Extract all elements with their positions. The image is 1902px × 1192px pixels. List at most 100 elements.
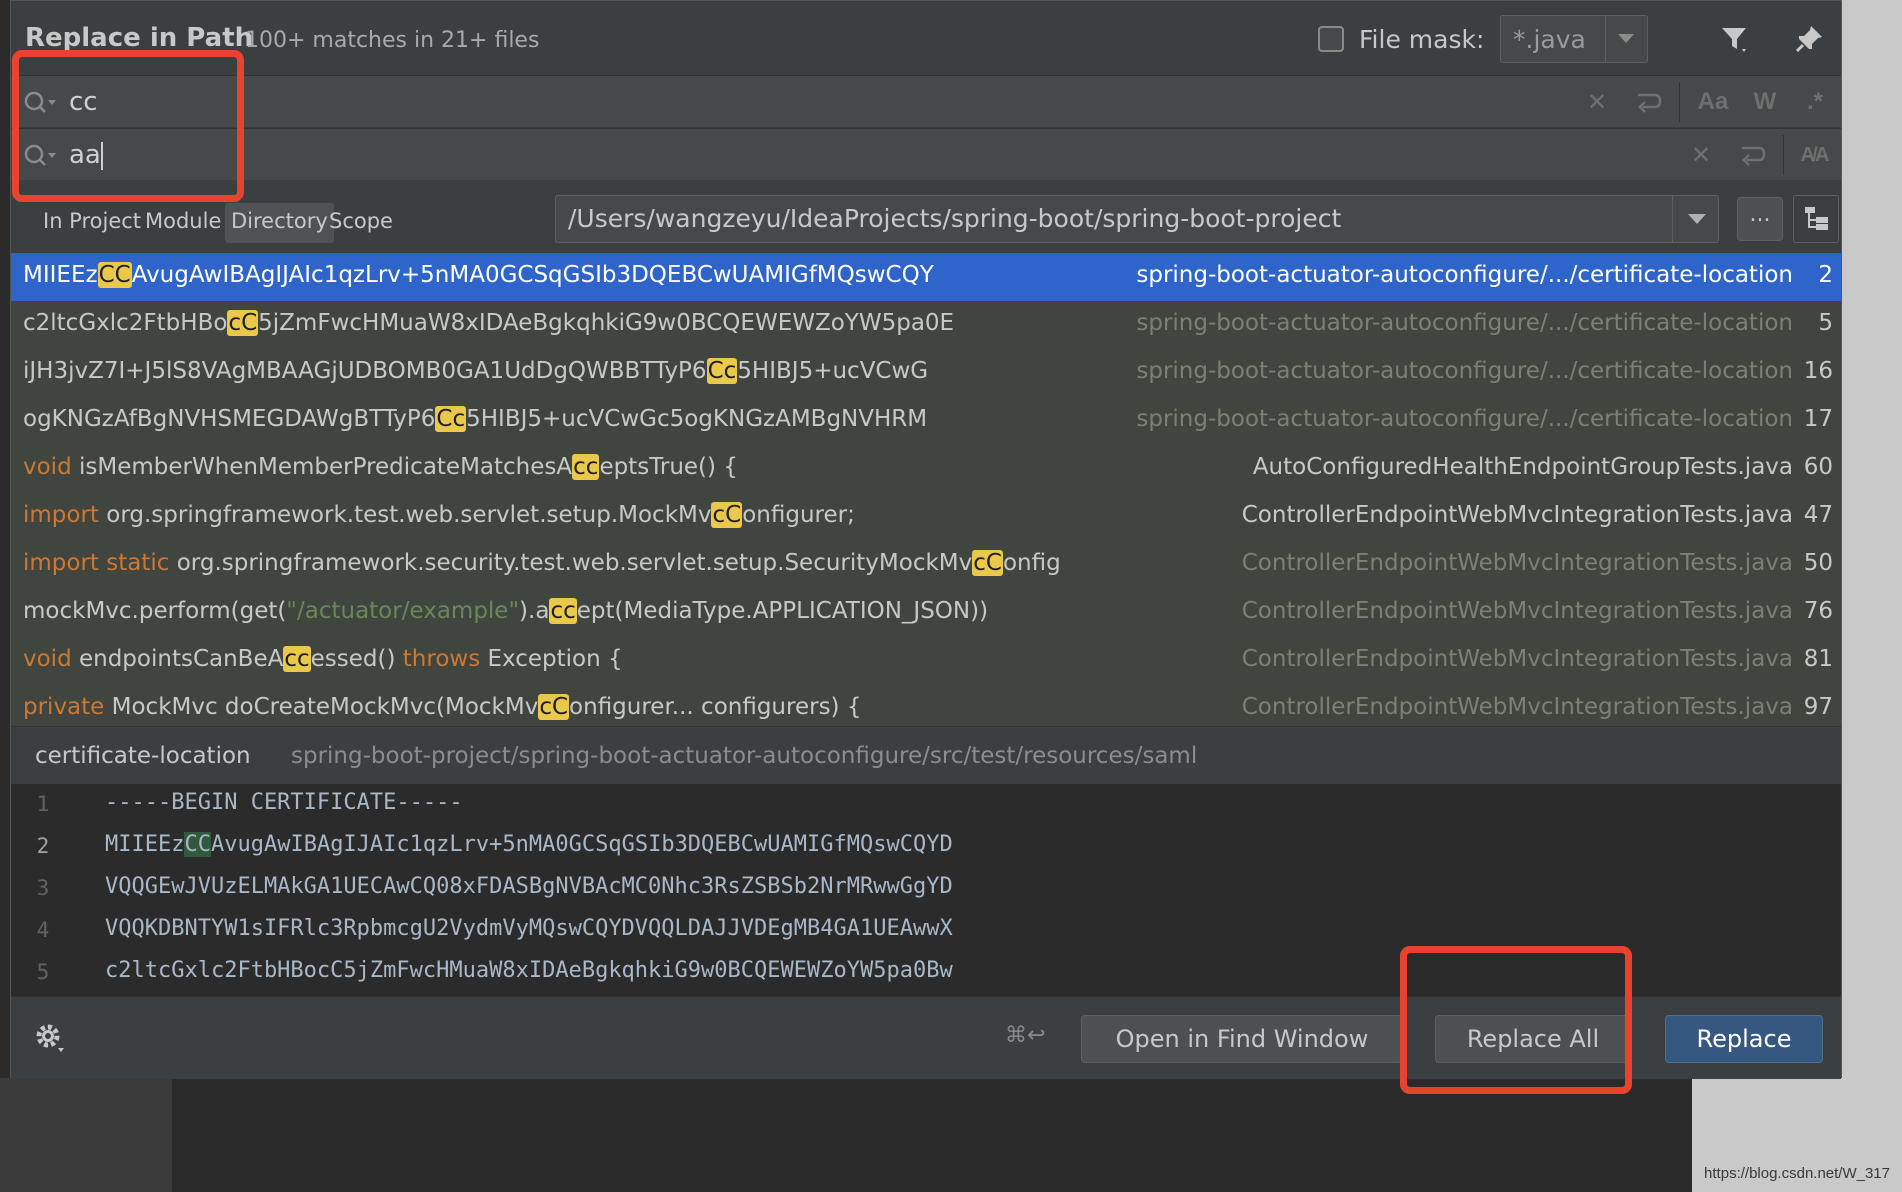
- tab-directory[interactable]: Directory: [225, 203, 334, 243]
- multiline-icon[interactable]: [1631, 84, 1667, 120]
- result-row[interactable]: iJH3jvZ7I+J5lS8VAgMBAAGjUDBOMB0GA1UdDgQW…: [11, 349, 1841, 397]
- pin-icon[interactable]: [1789, 19, 1829, 59]
- code-text: c2ltcGxlc2FtbHBocC5jZmFwcHMuaW8xIDAeBgkq…: [105, 958, 953, 983]
- match-case-icon[interactable]: Aa: [1695, 84, 1731, 120]
- clear-find-icon[interactable]: ✕: [1579, 84, 1615, 120]
- result-row[interactable]: void isMemberWhenMemberPredicateMatchesA…: [11, 445, 1841, 493]
- match-highlight: cC: [711, 502, 743, 528]
- whole-words-icon[interactable]: W: [1747, 84, 1783, 120]
- directory-path-divider: [1672, 196, 1673, 242]
- result-line-number: 16: [1803, 358, 1833, 384]
- result-line-text: import org.springframework.test.web.serv…: [23, 502, 855, 528]
- result-line-number: 81: [1803, 646, 1833, 672]
- preserve-case-icon[interactable]: A̸A: [1797, 137, 1833, 173]
- match-highlight: cC: [227, 310, 259, 336]
- match-highlight: cC: [972, 550, 1003, 576]
- result-row[interactable]: MIIEEzCCAvugAwIBAgIJAIc1qzLrv+5nMA0GCSqG…: [11, 253, 1841, 301]
- result-row[interactable]: void endpointsCanBeAccessed() throws Exc…: [11, 637, 1841, 685]
- directory-path-combo[interactable]: /Users/wangzeyu/IdeaProjects/spring-boot…: [555, 195, 1719, 243]
- preview-file-path: spring-boot-project/spring-boot-actuator…: [291, 743, 1198, 769]
- result-file: ControllerEndpointWebMvcIntegrationTests…: [1233, 502, 1793, 528]
- code-text: MIIEEzCCAvugAwIBAgIJAIc1qzLrv+5nMA0GCSqG…: [105, 832, 953, 857]
- code-text: VQQGEwJVUzELMAkGA1UECAwCQ08xFDASBgNVBAcM…: [105, 874, 953, 899]
- find-row: cc ✕ Aa W .*: [11, 75, 1841, 127]
- background-panel-right: [1841, 0, 1902, 1192]
- file-mask-combo[interactable]: *.java: [1500, 15, 1648, 63]
- recursive-toggle[interactable]: [1793, 195, 1839, 243]
- find-options-divider: [1679, 82, 1680, 122]
- browse-button[interactable]: ...: [1737, 197, 1783, 241]
- line-number: 4: [36, 918, 50, 942]
- result-line-number: 50: [1803, 550, 1833, 576]
- match-highlight: Cc: [435, 406, 467, 432]
- code-line: 1 -----BEGIN CERTIFICATE-----: [11, 784, 1841, 826]
- filter-icon[interactable]: [1715, 19, 1755, 59]
- replace-multiline-icon[interactable]: [1735, 137, 1771, 173]
- result-row[interactable]: mockMvc.perform(get("/actuator/example")…: [11, 589, 1841, 637]
- match-highlight: cc: [572, 454, 600, 480]
- result-line-text: private MockMvc doCreateMockMvc(MockMvcC…: [23, 694, 862, 720]
- shortcut-hint: ⌘↩: [1005, 1023, 1046, 1048]
- open-in-find-window-button[interactable]: Open in Find Window: [1081, 1015, 1403, 1063]
- tree-icon: [1805, 207, 1828, 230]
- match-highlight: CC: [184, 832, 211, 857]
- file-mask-divider: [1605, 16, 1606, 62]
- result-row[interactable]: import static org.springframework.securi…: [11, 541, 1841, 589]
- match-count: 100+ matches in 21+ files: [245, 28, 540, 53]
- chevron-down-icon[interactable]: [1688, 214, 1706, 224]
- background-panel-bottom-left: [0, 1078, 172, 1192]
- results-list[interactable]: MIIEEzCCAvugAwIBAgIJAIc1qzLrv+5nMA0GCSqG…: [11, 253, 1841, 726]
- file-mask-value[interactable]: *.java: [1513, 25, 1586, 54]
- result-file: ControllerEndpointWebMvcIntegrationTests…: [1233, 694, 1793, 720]
- result-line-number: 17: [1803, 406, 1833, 432]
- result-row[interactable]: private MockMvc doCreateMockMvc(MockMvcC…: [11, 685, 1841, 726]
- tab-in-project[interactable]: In Project: [37, 203, 147, 243]
- result-line-text: void isMemberWhenMemberPredicateMatchesA…: [23, 454, 738, 480]
- result-file: ControllerEndpointWebMvcIntegrationTests…: [1233, 646, 1793, 672]
- result-line-text: iJH3jvZ7I+J5lS8VAgMBAAGjUDBOMB0GA1UdDgQW…: [23, 358, 929, 384]
- result-line-text: mockMvc.perform(get("/actuator/example")…: [23, 598, 989, 624]
- gear-icon[interactable]: [33, 1021, 67, 1055]
- tab-scope[interactable]: Scope: [323, 203, 399, 243]
- result-file: spring-boot-actuator-autoconfigure/.../c…: [1128, 406, 1793, 432]
- line-number: 5: [36, 960, 50, 984]
- file-mask-checkbox[interactable]: [1318, 26, 1344, 52]
- code-text: -----BEGIN CERTIFICATE-----: [105, 790, 463, 815]
- watermark: https://blog.csdn.net/W_317: [1704, 1165, 1890, 1182]
- dialog-title-bar[interactable]: Replace in Path 100+ matches in 21+ file…: [11, 1, 1841, 75]
- replace-row: aa ✕ A̸A: [11, 128, 1841, 180]
- result-line-text: ogKNGzAfBgNVHSMEGDAWgBTTyP6Cc5HIBJ5+ucVC…: [23, 406, 928, 432]
- file-mask-label: File mask:: [1359, 25, 1485, 54]
- result-line-text: void endpointsCanBeAccessed() throws Exc…: [23, 646, 623, 672]
- result-line-text: import static org.springframework.securi…: [23, 550, 1061, 576]
- chevron-down-icon[interactable]: [1618, 34, 1634, 43]
- result-line-number: 60: [1803, 454, 1833, 480]
- dialog-title: Replace in Path: [25, 23, 254, 53]
- result-line-number: 2: [1818, 262, 1833, 288]
- replace-options-divider: [1783, 135, 1784, 175]
- tab-module[interactable]: Module: [139, 203, 227, 243]
- result-file: spring-boot-actuator-autoconfigure/.../c…: [1128, 358, 1793, 384]
- clear-replace-icon[interactable]: ✕: [1683, 137, 1719, 173]
- result-file: spring-boot-actuator-autoconfigure/.../c…: [1128, 310, 1793, 336]
- result-row[interactable]: c2ltcGxlc2FtbHBocC5jZmFwcHMuaW8xIDAeBgkq…: [11, 301, 1841, 349]
- annotation-box-replace-all: [1400, 946, 1632, 1094]
- match-highlight: Cc: [706, 358, 738, 384]
- match-highlight: cc: [549, 598, 577, 624]
- result-row[interactable]: ogKNGzAfBgNVHSMEGDAWgBTTyP6Cc5HIBJ5+ucVC…: [11, 397, 1841, 445]
- annotation-box-inputs: [12, 50, 244, 202]
- result-file: AutoConfiguredHealthEndpointGroupTests.j…: [1244, 454, 1793, 480]
- result-line-number: 76: [1803, 598, 1833, 624]
- result-line-text: c2ltcGxlc2FtbHBocC5jZmFwcHMuaW8xIDAeBgkq…: [23, 310, 955, 336]
- background-editor: [172, 1078, 1692, 1192]
- line-number: 2: [36, 834, 50, 858]
- replace-button[interactable]: Replace: [1665, 1015, 1823, 1063]
- match-highlight: cc: [283, 646, 311, 672]
- directory-path[interactable]: /Users/wangzeyu/IdeaProjects/spring-boot…: [568, 204, 1341, 233]
- code-line: 3 VQQGEwJVUzELMAkGA1UECAwCQ08xFDASBgNVBA…: [11, 868, 1841, 910]
- preview-file-name: certificate-location: [35, 743, 251, 769]
- preview-header: certificate-location spring-boot-project…: [11, 726, 1841, 784]
- replace-in-path-dialog: Replace in Path 100+ matches in 21+ file…: [10, 0, 1842, 1079]
- result-row[interactable]: import org.springframework.test.web.serv…: [11, 493, 1841, 541]
- regex-icon[interactable]: .*: [1797, 84, 1833, 120]
